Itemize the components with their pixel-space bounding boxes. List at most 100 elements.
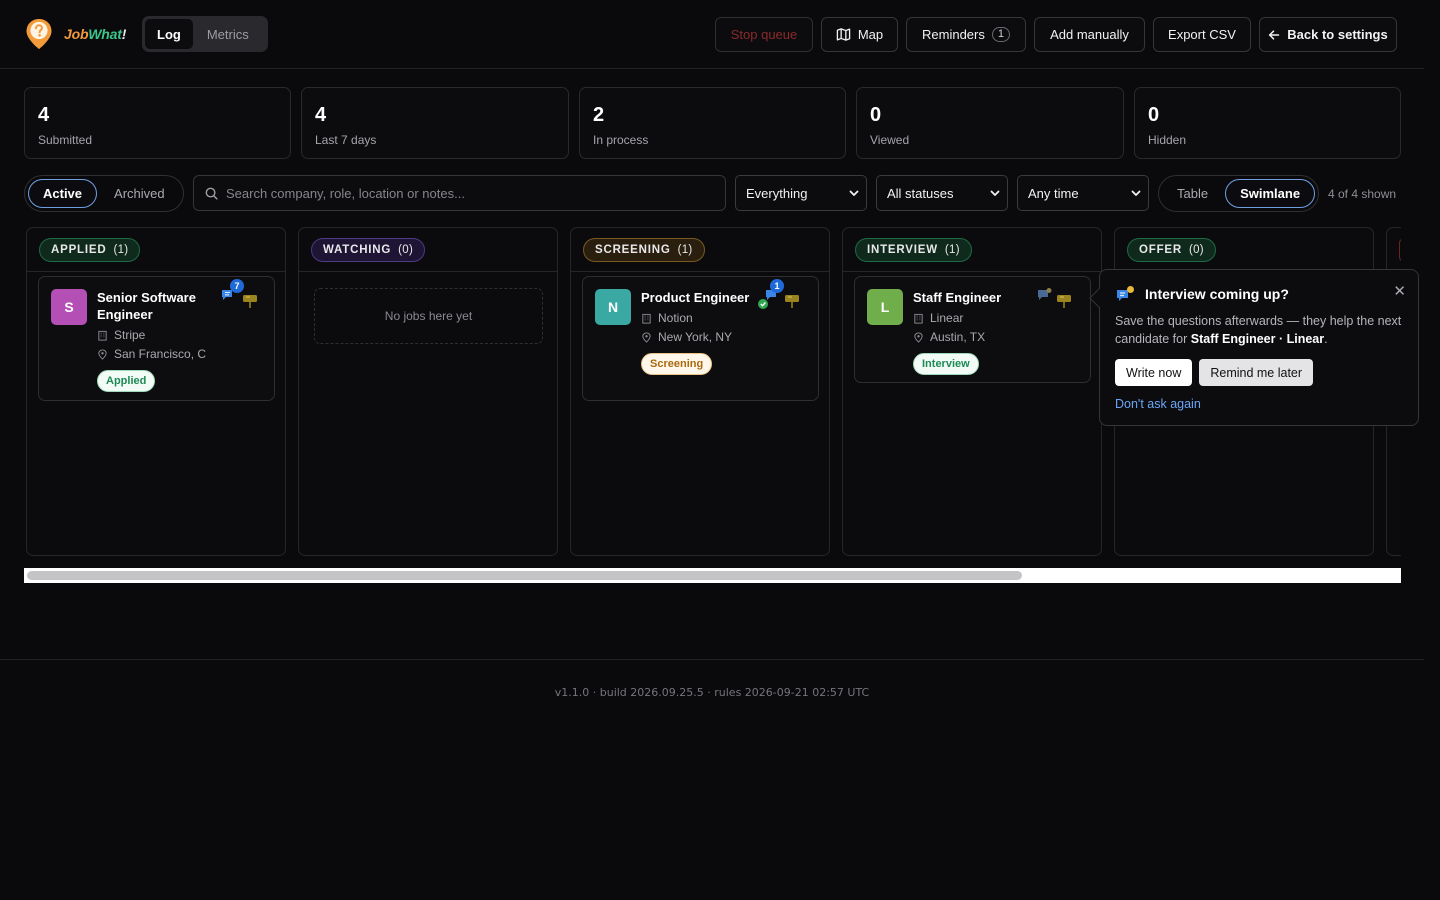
- export-csv-label: Export CSV: [1168, 27, 1236, 42]
- comments-count: 7: [230, 279, 244, 293]
- stop-queue-label: Stop queue: [730, 27, 798, 42]
- view-swimlane-tab[interactable]: Swimlane: [1225, 179, 1316, 208]
- add-manually-label: Add manually: [1050, 27, 1129, 42]
- type-select[interactable]: Everything: [735, 175, 867, 211]
- location-pin-icon: [98, 348, 107, 360]
- stat-label: In process: [593, 133, 649, 147]
- stat-label: Submitted: [38, 133, 93, 147]
- popover-actions: Write now Remind me later: [1115, 359, 1403, 386]
- view-table-tab[interactable]: Table: [1162, 179, 1223, 208]
- lane-title: APPLIED: [51, 243, 107, 256]
- comments-icon[interactable]: [1036, 287, 1054, 303]
- job-location: Austin, TX: [930, 330, 986, 344]
- mailbox-icon[interactable]: [784, 293, 800, 309]
- close-icon[interactable]: ✕: [1393, 282, 1406, 300]
- lane-tag: OFFER (0): [1127, 237, 1216, 262]
- scope-active-tab[interactable]: Active: [28, 179, 98, 208]
- map-icon: [836, 28, 851, 41]
- lane-count: (1): [113, 243, 129, 256]
- back-to-settings-button[interactable]: Back to settings: [1259, 17, 1397, 52]
- view-toggle: Table Swimlane: [1158, 175, 1319, 212]
- lane-tag: WATCHING (0): [311, 237, 426, 262]
- comments-bell-icon: [1117, 286, 1134, 301]
- brand-part-2: What: [88, 26, 122, 42]
- comments-count: 1: [770, 279, 784, 293]
- lane-title: OFFER: [1139, 243, 1182, 256]
- stat-value: 0: [870, 104, 882, 126]
- shown-count: 4 of 4 shown: [1328, 187, 1397, 201]
- lane-header: [1387, 228, 1401, 272]
- empty-lane-message: No jobs here yet: [314, 288, 543, 344]
- lane-tag: INTERVIEW (1): [855, 237, 972, 262]
- job-card[interactable]: N 1 Product Engineer Notion New York, NY…: [582, 276, 819, 401]
- map-button[interactable]: Map: [821, 17, 898, 52]
- popover-title-row: Interview coming up?: [1115, 285, 1403, 303]
- status-badge: Applied: [97, 370, 156, 392]
- lane-interview: INTERVIEW (1) L Staff Engineer Linear Au…: [842, 227, 1102, 556]
- location-pin-icon: [642, 331, 651, 343]
- lane-watching: WATCHING (0) No jobs here yet: [298, 227, 558, 556]
- search-input[interactable]: [226, 185, 706, 201]
- lane-tag: [1399, 237, 1401, 262]
- scope-archived-tab[interactable]: Archived: [99, 179, 180, 208]
- mailbox-icon[interactable]: [242, 293, 258, 309]
- job-card[interactable]: S 7 Senior Software Engineer Stripe San …: [38, 276, 275, 401]
- company-name: Linear: [930, 311, 964, 325]
- logo-icon: [26, 19, 52, 49]
- chevron-down-icon: [990, 190, 1000, 196]
- lane-header: WATCHING (0): [299, 228, 557, 272]
- stat-hidden: 0 Hidden: [1134, 87, 1401, 159]
- stat-label: Viewed: [870, 133, 910, 147]
- lane-header: OFFER (0): [1115, 228, 1373, 272]
- brand-part-1: Job: [64, 26, 89, 42]
- job-title: Staff Engineer: [913, 290, 1002, 305]
- lane-applied: APPLIED (1) S 7 Senior Software Engineer…: [26, 227, 286, 556]
- location-line: New York, NY: [641, 330, 791, 344]
- reminders-label: Reminders: [922, 27, 985, 42]
- comments-icon[interactable]: 1: [756, 279, 784, 309]
- reminders-button[interactable]: Reminders 1: [906, 17, 1026, 52]
- brand-name: JobWhat!: [64, 26, 126, 42]
- card-icons: 1: [756, 279, 800, 309]
- company-avatar: N: [595, 289, 631, 325]
- mailbox-icon[interactable]: [1056, 293, 1072, 309]
- map-label: Map: [857, 27, 884, 42]
- stat-value: 4: [38, 104, 50, 126]
- lane-tag: APPLIED (1): [39, 237, 141, 262]
- stop-queue-button[interactable]: Stop queue: [715, 17, 813, 52]
- tab-metrics[interactable]: Metrics: [195, 19, 261, 49]
- back-to-settings-label: Back to settings: [1287, 27, 1388, 42]
- company-avatar: L: [867, 289, 903, 325]
- export-csv-button[interactable]: Export CSV: [1153, 17, 1251, 52]
- tab-log[interactable]: Log: [145, 19, 193, 49]
- stat-value: 2: [593, 104, 605, 126]
- status-select-value: All statuses: [887, 185, 954, 201]
- status-badge: Screening: [641, 353, 713, 375]
- lane-count: (0): [1188, 243, 1204, 256]
- add-manually-button[interactable]: Add manually: [1034, 17, 1145, 52]
- dont-ask-again-link[interactable]: Don't ask again: [1115, 397, 1201, 411]
- stat-in-process: 2 In process: [579, 87, 846, 159]
- job-card[interactable]: L Staff Engineer Linear Austin, TX Inter…: [854, 276, 1091, 383]
- time-select[interactable]: Any time: [1017, 175, 1149, 211]
- version-info: v1.1.0 · build 2026.09.25.5 · rules 2026…: [554, 686, 870, 699]
- lane-header: INTERVIEW (1): [843, 228, 1101, 272]
- lane-count: (1): [677, 243, 693, 256]
- status-select[interactable]: All statuses: [876, 175, 1008, 211]
- comments-icon[interactable]: 7: [220, 279, 244, 305]
- popover-body: Save the questions afterwards — they hel…: [1115, 312, 1403, 348]
- time-select-value: Any time: [1028, 185, 1079, 201]
- job-location: New York, NY: [658, 330, 733, 344]
- board-scrollbar[interactable]: [24, 568, 1401, 583]
- scope-toggle: Active Archived: [24, 175, 184, 212]
- popover-title: Interview coming up?: [1145, 286, 1289, 302]
- write-now-button[interactable]: Write now: [1115, 359, 1193, 386]
- chevron-down-icon: [1131, 190, 1141, 196]
- stat-viewed: 0 Viewed: [856, 87, 1124, 159]
- remind-later-button[interactable]: Remind me later: [1199, 359, 1314, 386]
- stat-label: Hidden: [1148, 133, 1187, 147]
- stat-value: 0: [1148, 104, 1160, 126]
- scrollbar-thumb[interactable]: [27, 571, 1022, 580]
- search-icon: [205, 187, 218, 200]
- stat-value: 4: [315, 104, 327, 126]
